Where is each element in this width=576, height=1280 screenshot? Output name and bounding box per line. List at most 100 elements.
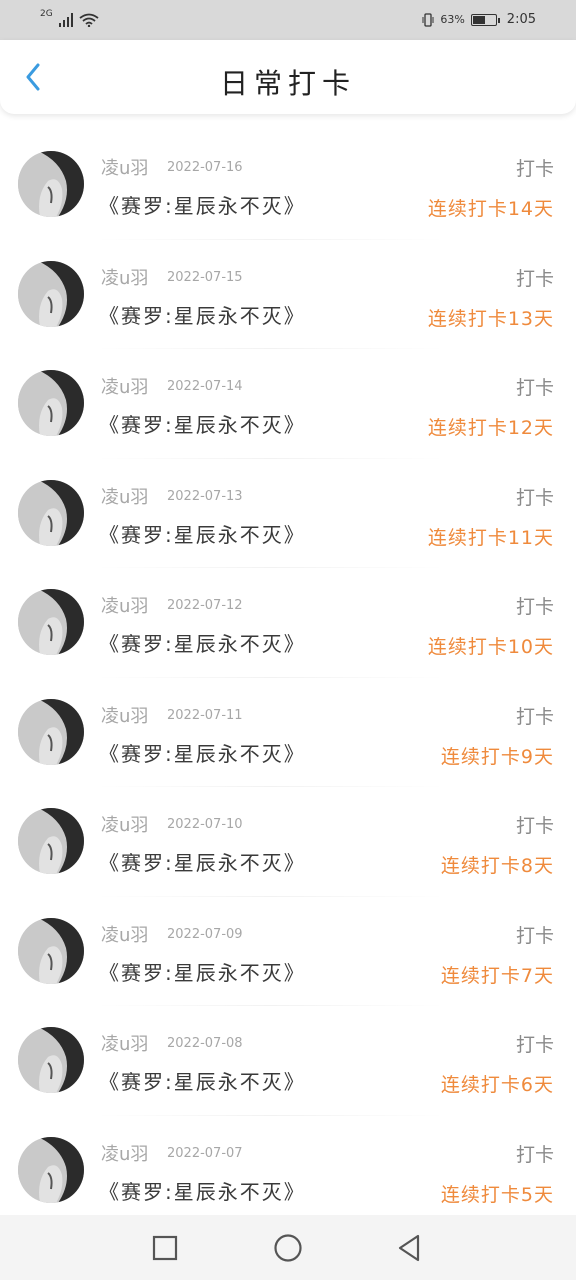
user-name: 凌u羽 <box>101 377 149 398</box>
checkin-action-label: 打卡 <box>515 377 554 399</box>
status-right: 63% 2:05 <box>422 12 536 27</box>
checkin-date: 2022-07-16 <box>167 160 243 175</box>
streak-text: 连续打卡12天 <box>427 417 554 439</box>
home-button[interactable] <box>271 1231 305 1265</box>
checkin-date: 2022-07-13 <box>167 488 243 504</box>
avatar-image <box>18 1136 84 1203</box>
avatar-image <box>18 151 84 217</box>
streak-text: 连续打卡5天 <box>440 1183 554 1206</box>
checkin-row[interactable]: 凌u羽 2022-07-16 打卡 《赛罗:星辰永不灭》 连续打卡14天 <box>0 130 576 240</box>
checkin-date: 2022-07-07 <box>167 1145 243 1161</box>
avatar[interactable] <box>18 479 84 546</box>
book-title: 《赛罗:星辰永不灭》 <box>99 413 306 437</box>
book-title: 《赛罗:星辰永不灭》 <box>99 851 306 875</box>
checkin-action-label: 打卡 <box>515 1143 554 1166</box>
avatar[interactable] <box>18 1136 84 1203</box>
checkin-date: 2022-07-15 <box>167 269 243 285</box>
recents-square-icon <box>152 1235 178 1261</box>
streak-text: 连续打卡6天 <box>440 1074 554 1096</box>
status-bar: 2G 63% 2:05 <box>0 0 576 40</box>
avatar[interactable] <box>18 260 84 327</box>
user-name: 凌u羽 <box>101 1034 149 1055</box>
nav-back-button[interactable] <box>392 1231 426 1265</box>
checkin-row[interactable]: 凌u羽 2022-07-15 打卡 《赛罗:星辰永不灭》 连续打卡13天 <box>0 240 576 350</box>
avatar-image <box>18 479 84 546</box>
clock: 2:05 <box>506 12 536 27</box>
avatar-image <box>18 1027 84 1093</box>
book-title: 《赛罗:星辰永不灭》 <box>99 741 306 766</box>
network-type: 2G <box>40 9 53 19</box>
checkin-action-label: 打卡 <box>515 267 554 290</box>
avatar-image <box>18 589 84 655</box>
checkin-row[interactable]: 凌u羽 2022-07-11 打卡 《赛罗:星辰永不灭》 连续打卡9天 <box>0 678 576 788</box>
checkin-date: 2022-07-11 <box>167 707 243 723</box>
home-circle-icon <box>274 1234 302 1262</box>
avatar[interactable] <box>18 917 84 984</box>
checkin-row[interactable]: 凌u羽 2022-07-08 打卡 《赛罗:星辰永不灭》 连续打卡6天 <box>0 1006 576 1116</box>
checkin-row[interactable]: 凌u羽 2022-07-10 打卡 《赛罗:星辰永不灭》 连续打卡8天 <box>0 787 576 897</box>
streak-text: 连续打卡11天 <box>427 526 554 549</box>
recents-button[interactable] <box>148 1231 182 1265</box>
book-title: 《赛罗:星辰永不灭》 <box>99 194 306 218</box>
checkin-action-label: 打卡 <box>515 1034 554 1056</box>
checkin-row[interactable]: 凌u羽 2022-07-12 打卡 《赛罗:星辰永不灭》 连续打卡10天 <box>0 568 576 678</box>
book-title: 《赛罗:星辰永不灭》 <box>99 632 306 656</box>
checkin-action-label: 打卡 <box>515 596 554 618</box>
checkin-date: 2022-07-12 <box>167 598 243 613</box>
checkin-action-label: 打卡 <box>515 486 554 509</box>
checkin-list[interactable]: 凌u羽 2022-07-16 打卡 《赛罗:星辰永不灭》 连续打卡14天 凌u羽… <box>0 130 576 1225</box>
avatar-image <box>18 260 84 327</box>
battery-fill <box>472 15 486 24</box>
checkin-action-label: 打卡 <box>515 158 554 180</box>
checkin-date: 2022-07-14 <box>167 379 243 394</box>
book-title: 《赛罗:星辰永不灭》 <box>99 1070 306 1094</box>
checkin-row[interactable]: 凌u羽 2022-07-09 打卡 《赛罗:星辰永不灭》 连续打卡7天 <box>0 897 576 1007</box>
avatar-image <box>18 917 84 984</box>
app-header: 日常打卡 <box>0 40 576 114</box>
user-name: 凌u羽 <box>101 1143 149 1165</box>
signal-icon <box>58 13 73 27</box>
user-name: 凌u羽 <box>101 267 149 289</box>
streak-text: 连续打卡9天 <box>440 745 554 768</box>
streak-text: 连续打卡8天 <box>440 855 554 877</box>
streak-text: 连续打卡14天 <box>427 198 554 220</box>
checkin-date: 2022-07-09 <box>167 926 243 942</box>
avatar[interactable] <box>18 808 84 874</box>
user-name: 凌u羽 <box>101 924 149 946</box>
battery-icon <box>470 13 500 26</box>
avatar-image <box>18 370 84 436</box>
streak-text: 连续打卡10天 <box>427 636 554 658</box>
avatar-image <box>18 698 84 765</box>
checkin-date: 2022-07-10 <box>167 817 243 832</box>
avatar[interactable] <box>18 151 84 217</box>
avatar-image <box>18 808 84 874</box>
streak-text: 连续打卡7天 <box>440 964 554 987</box>
system-nav-bar <box>0 1215 576 1280</box>
checkin-action-label: 打卡 <box>515 815 554 837</box>
avatar[interactable] <box>18 589 84 655</box>
checkin-action-label: 打卡 <box>515 924 554 947</box>
checkin-row[interactable]: 凌u羽 2022-07-13 打卡 《赛罗:星辰永不灭》 连续打卡11天 <box>0 459 576 569</box>
user-name: 凌u羽 <box>101 815 149 836</box>
vibrate-icon <box>422 12 434 27</box>
book-title: 《赛罗:星辰永不灭》 <box>99 522 306 547</box>
book-title: 《赛罗:星辰永不灭》 <box>99 303 306 328</box>
battery-percent: 63% <box>440 13 465 26</box>
checkin-date: 2022-07-08 <box>167 1036 243 1051</box>
avatar[interactable] <box>18 1027 84 1093</box>
page-title: 日常打卡 <box>219 67 356 100</box>
book-title: 《赛罗:星辰永不灭》 <box>99 1179 306 1204</box>
checkin-row[interactable]: 凌u羽 2022-07-07 打卡 《赛罗:星辰永不灭》 连续打卡5天 <box>0 1116 576 1226</box>
avatar[interactable] <box>18 698 84 765</box>
checkin-row[interactable]: 凌u羽 2022-07-14 打卡 《赛罗:星辰永不灭》 连续打卡12天 <box>0 349 576 459</box>
user-name: 凌u羽 <box>101 705 149 727</box>
status-left: 2G <box>40 10 99 27</box>
user-name: 凌u羽 <box>101 158 149 179</box>
streak-text: 连续打卡13天 <box>427 307 554 330</box>
wifi-icon <box>79 13 99 27</box>
avatar[interactable] <box>18 370 84 436</box>
book-title: 《赛罗:星辰永不灭》 <box>99 960 306 985</box>
user-name: 凌u羽 <box>101 596 149 617</box>
checkin-action-label: 打卡 <box>515 705 554 728</box>
back-triangle-icon <box>398 1234 420 1262</box>
